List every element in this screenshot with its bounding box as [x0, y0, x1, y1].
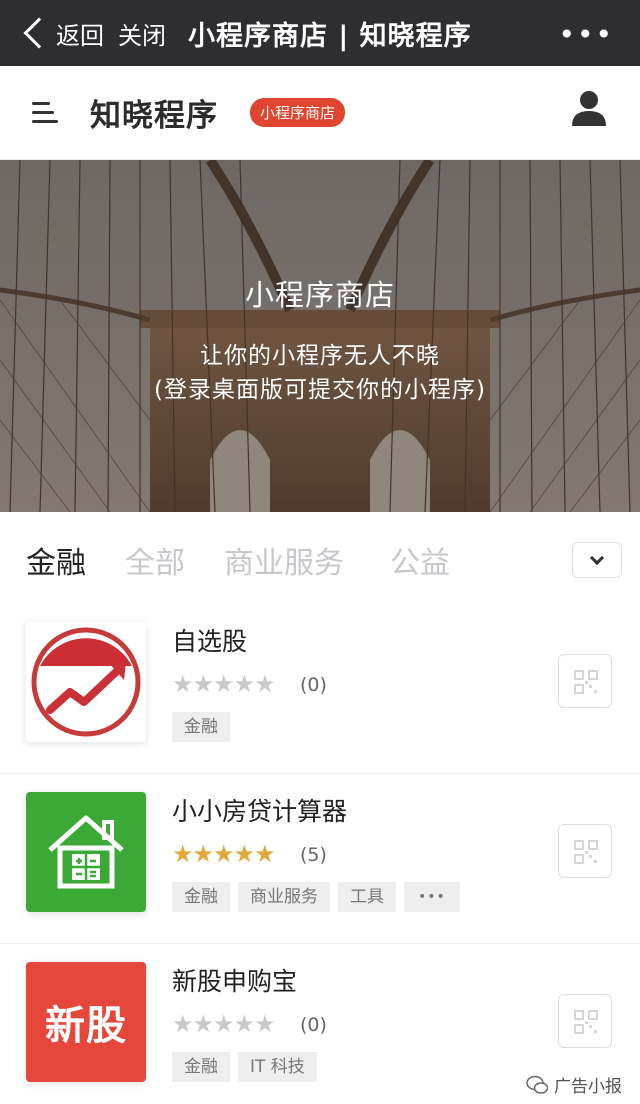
tag-list: 金融 商业服务 工具 •••	[172, 882, 460, 912]
app-name: 新股申购宝	[172, 967, 298, 996]
list-item[interactable]: 自选股 ★★★★★ (0) 金融	[0, 604, 640, 774]
chevron-down-icon	[589, 550, 605, 566]
rating-stars: ★★★★★	[172, 1010, 276, 1038]
rating-count: (0)	[300, 674, 327, 696]
tag-list: 金融 IT 科技	[172, 1052, 317, 1082]
tag[interactable]: 金融	[172, 712, 230, 742]
hero-submit-hint: (登录桌面版可提交你的小程序)	[154, 377, 486, 403]
tag[interactable]: 金融	[172, 882, 230, 912]
category-tabs: 金融 全部 商业服务 公益	[0, 512, 640, 604]
rating-count: (0)	[300, 1014, 327, 1036]
tag[interactable]: IT 科技	[238, 1052, 317, 1082]
rating-stars: ★★★★★	[172, 670, 276, 698]
hero-banner: 小程序商店 让你的小程序无人不晓 (登录桌面版可提交你的小程序)	[0, 160, 640, 512]
store-badge: 小程序商店	[250, 98, 346, 127]
chevron-left-icon	[23, 17, 55, 49]
expand-categories-button[interactable]	[572, 542, 622, 578]
icon-text: 新股	[45, 1003, 127, 1049]
app-list: 自选股 ★★★★★ (0) 金融 小小房贷计算器 ★★★★★ (5) 金融 商业…	[0, 604, 640, 1104]
qr-code-button[interactable]	[558, 654, 612, 708]
qr-code-button[interactable]	[558, 824, 612, 878]
more-menu-button[interactable]: •••	[558, 18, 614, 51]
rating-stars: ★★★★★	[172, 840, 276, 868]
list-item[interactable]: 小小房贷计算器 ★★★★★ (5) 金融 商业服务 工具 •••	[0, 774, 640, 944]
user-account-icon[interactable]	[572, 90, 606, 126]
tag[interactable]: 金融	[172, 1052, 230, 1082]
tag-list: 金融	[172, 712, 230, 742]
back-label: 返回	[56, 21, 104, 50]
mini-program-store-page: 返回 关闭 小程序商店 | 知晓程序 ••• 知晓程序 小程序商店 小程序商店 …	[0, 0, 640, 1104]
new-stock-icon: 新股	[26, 962, 146, 1082]
hero-title: 小程序商店	[244, 278, 395, 312]
qr-code-button[interactable]	[558, 994, 612, 1048]
wechat-icon	[526, 1075, 548, 1094]
tab-all[interactable]: 全部	[125, 538, 185, 582]
tab-business-services[interactable]: 商业服务	[224, 538, 344, 582]
more-tags-button[interactable]: •••	[404, 882, 460, 912]
qr-code-icon	[574, 1010, 598, 1034]
qr-code-icon	[574, 840, 598, 864]
list-item[interactable]: 新股 新股申购宝 ★★★★★ (0) 金融 IT 科技 广告小报	[0, 944, 640, 1104]
tab-finance[interactable]: 金融	[26, 538, 86, 582]
wechat-title-bar: 返回 关闭 小程序商店 | 知晓程序 •••	[0, 0, 640, 66]
house-calculator-icon	[26, 792, 146, 912]
close-button[interactable]: 关闭	[118, 16, 166, 51]
tag[interactable]: 工具	[338, 882, 396, 912]
brand-logo[interactable]: 知晓程序	[90, 90, 218, 135]
page-title: 小程序商店 | 知晓程序	[188, 20, 472, 52]
app-name: 自选股	[172, 627, 248, 656]
back-button[interactable]: 返回	[18, 0, 104, 66]
stock-chart-icon	[26, 622, 146, 742]
qr-code-icon	[574, 670, 598, 694]
app-name: 小小房贷计算器	[172, 797, 348, 826]
tab-public-welfare[interactable]: 公益	[390, 538, 450, 582]
hamburger-menu-icon[interactable]	[32, 101, 58, 125]
tag[interactable]: 商业服务	[238, 882, 330, 912]
rating-count: (5)	[300, 844, 327, 866]
watermark: 广告小报	[526, 1072, 622, 1097]
hero-subtitle: 让你的小程序无人不晓	[200, 343, 440, 369]
site-header: 知晓程序 小程序商店	[0, 66, 640, 160]
watermark-text: 广告小报	[554, 1077, 622, 1097]
